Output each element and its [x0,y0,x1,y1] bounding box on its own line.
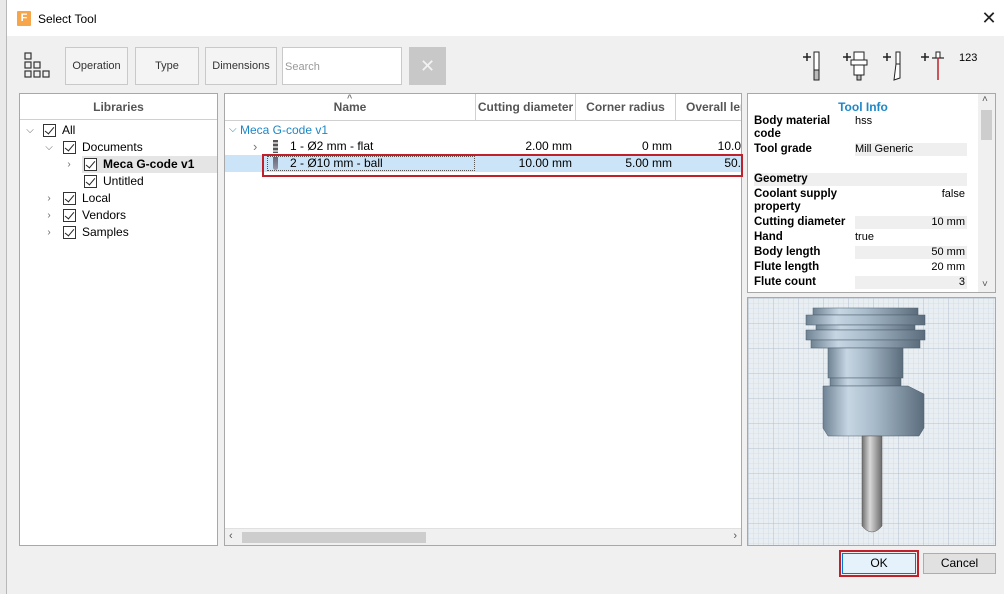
prop-name: Flute length [754,261,820,273]
select-tool-dialog: F Select Tool ✕ Operation Type Dimension… [6,0,1004,594]
tool-3d-preview [748,298,995,545]
column-header-radius[interactable]: Corner radius [576,94,676,121]
close-icon[interactable]: ✕ [979,8,999,28]
prop-value: false [941,188,965,200]
chevron-right-icon[interactable]: › [44,228,54,238]
chevron-right-icon[interactable]: › [44,211,54,221]
prop-value: hss [855,115,873,127]
add-tool-icon[interactable] [802,50,828,82]
tool-corner-radius: 0 mm [642,139,672,153]
scroll-left-icon[interactable]: ‹ [229,530,233,542]
scroll-thumb[interactable] [242,532,426,543]
checkbox-documents[interactable] [63,141,76,154]
library-item-samples[interactable]: › Samples [20,224,217,241]
prop-name: Hand [754,231,783,243]
tool-preview[interactable] [747,297,996,546]
library-label: All [62,123,76,137]
tool-info-title: Tool Info [838,100,888,114]
clear-filter-button[interactable]: ✕ [409,47,446,85]
checkbox-meca-gcode[interactable] [84,158,97,171]
renumber-label: 123 [959,52,978,64]
ok-button[interactable]: OK [842,553,916,574]
view-mode-grid-icon[interactable] [24,52,52,80]
search-input[interactable]: Search [282,47,402,85]
library-label: Vendors [82,208,127,222]
library-label: Local [82,191,111,205]
scroll-down-icon[interactable]: ˅ [982,279,988,290]
prop-value: 10 mm [855,216,967,229]
library-item-meca-gcode[interactable]: › Meca G-code v1 [67,156,217,173]
tool-group-label: Meca G-code v1 [240,123,329,137]
library-label: Documents [82,140,143,154]
column-header-overall-length[interactable]: Overall len [676,94,741,121]
vertical-scrollbar[interactable]: ˄ ˅ [978,94,995,292]
library-label: Meca G-code v1 [103,157,195,171]
scroll-up-icon[interactable]: ˄ [982,94,988,105]
library-item-all[interactable]: ⌵ All [20,122,217,139]
prop-name: Body material code [754,115,831,140]
scroll-right-icon[interactable]: › [733,530,737,542]
chevron-down-icon[interactable]: ⌵ [44,143,54,153]
prop-value: 50 mm [855,246,967,259]
fusion-app-icon: F [17,11,31,26]
sort-asc-icon: ^ [347,94,353,103]
column-header-diameter[interactable]: Cutting diameter [476,94,576,121]
add-holder-icon[interactable] [842,50,868,82]
chevron-right-icon[interactable]: › [253,138,257,155]
add-probe-icon[interactable] [920,50,946,82]
prop-section: Geometry [754,173,967,186]
tool-overall-length: 10.0 [717,139,741,153]
dimensions-filter-button[interactable]: Dimensions [205,47,277,85]
checkbox-vendors[interactable] [63,209,76,222]
library-item-documents[interactable]: ⌵ Documents [20,139,217,156]
flat-endmill-icon [273,140,278,153]
selected-row-highlight [262,154,743,177]
operation-filter-button[interactable]: Operation [65,47,128,85]
tool-name: 1 - Ø2 mm - flat [290,139,374,153]
tool-diameter: 2.00 mm [525,139,572,153]
scroll-thumb[interactable] [981,110,992,140]
table-row[interactable]: › 1 - Ø2 mm - flat 2.00 mm 0 mm 10.0 [225,138,741,155]
prop-name: Flute count [754,276,816,288]
title-bar: F Select Tool ✕ [7,0,1004,36]
library-label: Untitled [103,174,144,188]
chevron-right-icon[interactable]: › [44,194,54,204]
checkbox-samples[interactable] [63,226,76,239]
window-title: Select Tool [38,12,97,26]
add-cutter-icon[interactable] [882,50,908,82]
prop-name: Tool grade [754,143,812,155]
library-label: Samples [82,225,129,239]
library-item-local[interactable]: › Local [20,190,217,207]
tool-group-row[interactable]: ⌵ Meca G-code v1 [225,122,741,138]
checkbox-all[interactable] [43,124,56,137]
chevron-down-icon[interactable]: ⌵ [25,126,35,136]
chevron-down-icon[interactable]: ⌵ [229,122,237,138]
tool-info-panel: Tool Info Body material code hss Tool gr… [747,93,996,293]
horizontal-scrollbar[interactable]: ‹ › [225,528,741,545]
type-filter-button[interactable]: Type [135,47,199,85]
prop-name: Cutting diameter [754,216,846,228]
prop-name: Coolant supply property [754,188,838,213]
prop-value: true [855,231,874,243]
library-item-vendors[interactable]: › Vendors [20,207,217,224]
chevron-right-icon[interactable]: › [64,160,74,170]
prop-value: 3 [855,276,967,289]
libraries-header: Libraries [20,94,217,120]
checkbox-untitled[interactable] [84,175,97,188]
checkbox-local[interactable] [63,192,76,205]
column-header-name[interactable]: ^ Name [225,94,476,121]
prop-value: 20 mm [931,261,965,273]
prop-value: Mill Generic [855,143,967,156]
libraries-panel: Libraries ⌵ All ⌵ Documents › Meca G-cod… [19,93,218,546]
library-item-untitled[interactable]: Untitled [20,173,217,190]
prop-name: Body length [754,246,821,258]
renumber-icon[interactable]: 123 [959,52,985,84]
cancel-button[interactable]: Cancel [923,553,996,574]
